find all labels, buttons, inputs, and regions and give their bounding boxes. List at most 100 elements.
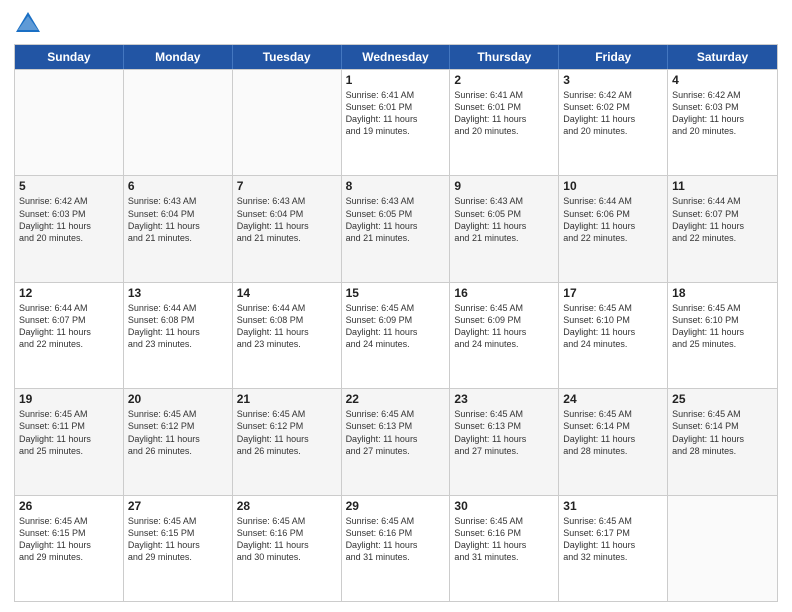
cell-info: Sunrise: 6:45 AM Sunset: 6:12 PM Dayligh… xyxy=(237,408,337,457)
calendar: SundayMondayTuesdayWednesdayThursdayFrid… xyxy=(14,44,778,602)
cell-info: Sunrise: 6:43 AM Sunset: 6:05 PM Dayligh… xyxy=(346,195,446,244)
calendar-cell: 22 Sunrise: 6:45 AM Sunset: 6:13 PM Dayli… xyxy=(342,389,451,494)
calendar-row-1: 5 Sunrise: 6:42 AM Sunset: 6:03 PM Daylig… xyxy=(15,175,777,281)
calendar-body: 1 Sunrise: 6:41 AM Sunset: 6:01 PM Daylig… xyxy=(15,69,777,601)
calendar-cell: 29Sunrise: 6:45 AM Sunset: 6:16 PM Dayli… xyxy=(342,496,451,601)
calendar-cell xyxy=(233,70,342,175)
calendar-cell: 15 Sunrise: 6:45 AM Sunset: 6:09 PM Dayli… xyxy=(342,283,451,388)
calendar-cell: 16Sunrise: 6:45 AM Sunset: 6:09 PM Dayli… xyxy=(450,283,559,388)
weekday-header-monday: Monday xyxy=(124,45,233,69)
calendar-cell: 1 Sunrise: 6:41 AM Sunset: 6:01 PM Daylig… xyxy=(342,70,451,175)
cell-info: Sunrise: 6:45 AM Sunset: 6:10 PM Dayligh… xyxy=(563,302,663,351)
day-number: 26 xyxy=(19,499,119,513)
day-number: 1 xyxy=(346,73,446,87)
header xyxy=(14,10,778,38)
calendar-cell: 5 Sunrise: 6:42 AM Sunset: 6:03 PM Daylig… xyxy=(15,176,124,281)
calendar-cell: 23Sunrise: 6:45 AM Sunset: 6:13 PM Dayli… xyxy=(450,389,559,494)
cell-info: Sunrise: 6:45 AM Sunset: 6:13 PM Dayligh… xyxy=(346,408,446,457)
calendar-header: SundayMondayTuesdayWednesdayThursdayFrid… xyxy=(15,45,777,69)
day-number: 22 xyxy=(346,392,446,406)
weekday-header-tuesday: Tuesday xyxy=(233,45,342,69)
calendar-row-3: 19 Sunrise: 6:45 AM Sunset: 6:11 PM Dayli… xyxy=(15,388,777,494)
calendar-cell xyxy=(15,70,124,175)
cell-info: Sunrise: 6:44 AM Sunset: 6:08 PM Dayligh… xyxy=(237,302,337,351)
day-number: 21 xyxy=(237,392,337,406)
calendar-cell: 27 Sunrise: 6:45 AM Sunset: 6:15 PM Dayli… xyxy=(124,496,233,601)
calendar-cell: 20 Sunrise: 6:45 AM Sunset: 6:12 PM Dayli… xyxy=(124,389,233,494)
day-number: 10 xyxy=(563,179,663,193)
calendar-cell: 19 Sunrise: 6:45 AM Sunset: 6:11 PM Dayli… xyxy=(15,389,124,494)
day-number: 8 xyxy=(346,179,446,193)
day-number: 31 xyxy=(563,499,663,513)
cell-info: Sunrise: 6:41 AM Sunset: 6:01 PM Dayligh… xyxy=(454,89,554,138)
day-number: 14 xyxy=(237,286,337,300)
day-number: 25 xyxy=(672,392,773,406)
calendar-cell: 11Sunrise: 6:44 AM Sunset: 6:07 PM Dayli… xyxy=(668,176,777,281)
cell-info: Sunrise: 6:45 AM Sunset: 6:11 PM Dayligh… xyxy=(19,408,119,457)
calendar-cell: 10 Sunrise: 6:44 AM Sunset: 6:06 PM Dayli… xyxy=(559,176,668,281)
calendar-cell: 4 Sunrise: 6:42 AM Sunset: 6:03 PM Daylig… xyxy=(668,70,777,175)
day-number: 3 xyxy=(563,73,663,87)
calendar-cell: 8 Sunrise: 6:43 AM Sunset: 6:05 PM Daylig… xyxy=(342,176,451,281)
cell-info: Sunrise: 6:45 AM Sunset: 6:15 PM Dayligh… xyxy=(128,515,228,564)
calendar-cell: 31 Sunrise: 6:45 AM Sunset: 6:17 PM Dayli… xyxy=(559,496,668,601)
cell-info: Sunrise: 6:45 AM Sunset: 6:09 PM Dayligh… xyxy=(346,302,446,351)
calendar-cell: 6 Sunrise: 6:43 AM Sunset: 6:04 PM Daylig… xyxy=(124,176,233,281)
cell-info: Sunrise: 6:45 AM Sunset: 6:15 PM Dayligh… xyxy=(19,515,119,564)
calendar-cell: 26 Sunrise: 6:45 AM Sunset: 6:15 PM Dayli… xyxy=(15,496,124,601)
cell-info: Sunrise: 6:43 AM Sunset: 6:04 PM Dayligh… xyxy=(237,195,337,244)
weekday-header-wednesday: Wednesday xyxy=(342,45,451,69)
cell-info: Sunrise: 6:43 AM Sunset: 6:04 PM Dayligh… xyxy=(128,195,228,244)
day-number: 13 xyxy=(128,286,228,300)
calendar-row-2: 12Sunrise: 6:44 AM Sunset: 6:07 PM Dayli… xyxy=(15,282,777,388)
day-number: 9 xyxy=(454,179,554,193)
cell-info: Sunrise: 6:42 AM Sunset: 6:03 PM Dayligh… xyxy=(672,89,773,138)
day-number: 5 xyxy=(19,179,119,193)
calendar-row-0: 1 Sunrise: 6:41 AM Sunset: 6:01 PM Daylig… xyxy=(15,69,777,175)
cell-info: Sunrise: 6:44 AM Sunset: 6:06 PM Dayligh… xyxy=(563,195,663,244)
cell-info: Sunrise: 6:45 AM Sunset: 6:17 PM Dayligh… xyxy=(563,515,663,564)
cell-info: Sunrise: 6:44 AM Sunset: 6:07 PM Dayligh… xyxy=(672,195,773,244)
calendar-cell: 25 Sunrise: 6:45 AM Sunset: 6:14 PM Dayli… xyxy=(668,389,777,494)
cell-info: Sunrise: 6:45 AM Sunset: 6:14 PM Dayligh… xyxy=(672,408,773,457)
cell-info: Sunrise: 6:41 AM Sunset: 6:01 PM Dayligh… xyxy=(346,89,446,138)
day-number: 7 xyxy=(237,179,337,193)
day-number: 20 xyxy=(128,392,228,406)
day-number: 30 xyxy=(454,499,554,513)
day-number: 12 xyxy=(19,286,119,300)
day-number: 2 xyxy=(454,73,554,87)
calendar-cell: 17 Sunrise: 6:45 AM Sunset: 6:10 PM Dayli… xyxy=(559,283,668,388)
cell-info: Sunrise: 6:45 AM Sunset: 6:12 PM Dayligh… xyxy=(128,408,228,457)
calendar-cell: 28Sunrise: 6:45 AM Sunset: 6:16 PM Dayli… xyxy=(233,496,342,601)
cell-info: Sunrise: 6:43 AM Sunset: 6:05 PM Dayligh… xyxy=(454,195,554,244)
logo xyxy=(14,10,46,38)
day-number: 18 xyxy=(672,286,773,300)
cell-info: Sunrise: 6:45 AM Sunset: 6:13 PM Dayligh… xyxy=(454,408,554,457)
calendar-cell: 14 Sunrise: 6:44 AM Sunset: 6:08 PM Dayli… xyxy=(233,283,342,388)
day-number: 29 xyxy=(346,499,446,513)
cell-info: Sunrise: 6:45 AM Sunset: 6:14 PM Dayligh… xyxy=(563,408,663,457)
weekday-header-saturday: Saturday xyxy=(668,45,777,69)
weekday-header-friday: Friday xyxy=(559,45,668,69)
day-number: 17 xyxy=(563,286,663,300)
calendar-cell xyxy=(124,70,233,175)
day-number: 28 xyxy=(237,499,337,513)
cell-info: Sunrise: 6:45 AM Sunset: 6:09 PM Dayligh… xyxy=(454,302,554,351)
day-number: 4 xyxy=(672,73,773,87)
cell-info: Sunrise: 6:42 AM Sunset: 6:03 PM Dayligh… xyxy=(19,195,119,244)
cell-info: Sunrise: 6:45 AM Sunset: 6:16 PM Dayligh… xyxy=(454,515,554,564)
cell-info: Sunrise: 6:44 AM Sunset: 6:08 PM Dayligh… xyxy=(128,302,228,351)
calendar-cell: 3 Sunrise: 6:42 AM Sunset: 6:02 PM Daylig… xyxy=(559,70,668,175)
weekday-header-sunday: Sunday xyxy=(15,45,124,69)
calendar-cell xyxy=(668,496,777,601)
cell-info: Sunrise: 6:45 AM Sunset: 6:10 PM Dayligh… xyxy=(672,302,773,351)
day-number: 15 xyxy=(346,286,446,300)
day-number: 6 xyxy=(128,179,228,193)
day-number: 19 xyxy=(19,392,119,406)
calendar-cell: 12Sunrise: 6:44 AM Sunset: 6:07 PM Dayli… xyxy=(15,283,124,388)
cell-info: Sunrise: 6:42 AM Sunset: 6:02 PM Dayligh… xyxy=(563,89,663,138)
weekday-header-thursday: Thursday xyxy=(450,45,559,69)
calendar-row-4: 26 Sunrise: 6:45 AM Sunset: 6:15 PM Dayli… xyxy=(15,495,777,601)
calendar-cell: 2 Sunrise: 6:41 AM Sunset: 6:01 PM Daylig… xyxy=(450,70,559,175)
day-number: 27 xyxy=(128,499,228,513)
